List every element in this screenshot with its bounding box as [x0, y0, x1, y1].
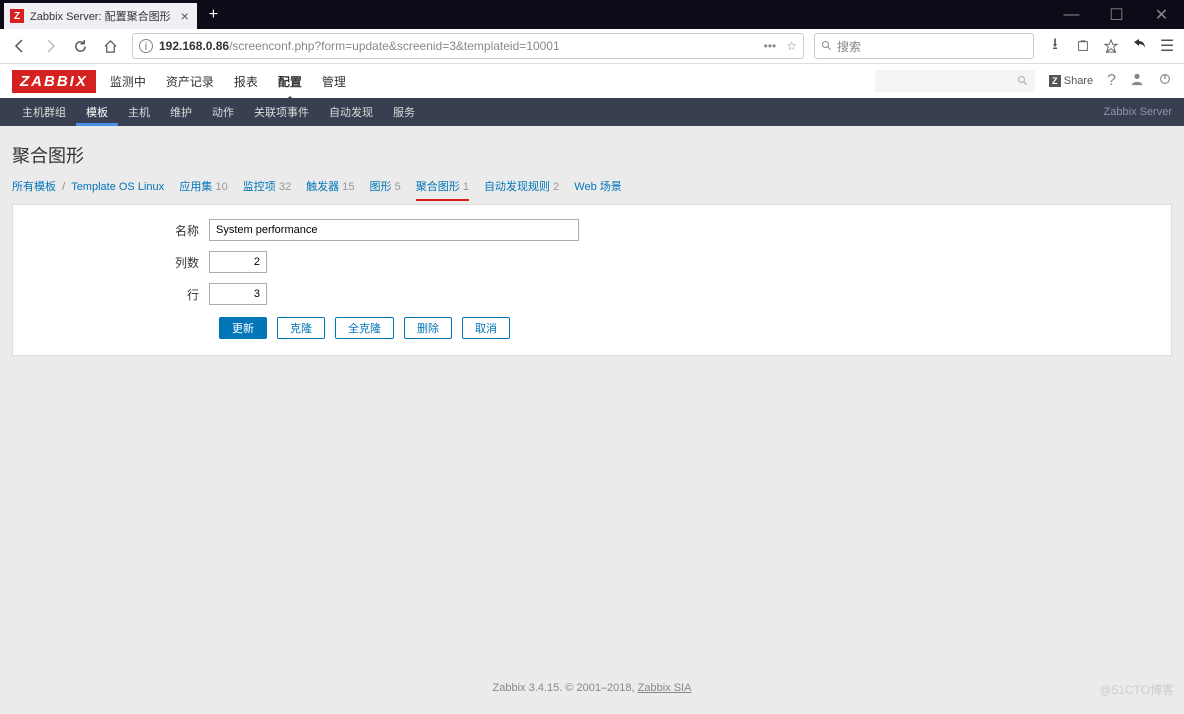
subnav-templates[interactable]: 模板 — [76, 98, 118, 126]
zabbix-subnav: 主机群组 模板 主机 维护 动作 关联项事件 自动发现 服务 Zabbix Se… — [0, 98, 1184, 126]
browser-tab[interactable]: Z Zabbix Server: 配置聚合图形 × — [4, 3, 197, 29]
url-bar[interactable]: i 192.168.0.86 /screenconf.php?form=upda… — [132, 33, 804, 59]
watermark: @51CTO博客 — [1099, 681, 1174, 698]
share-button[interactable]: Z Share — [1049, 75, 1093, 87]
footer-link[interactable]: Zabbix SIA — [638, 682, 692, 694]
window-maximize-icon[interactable]: ☐ — [1094, 0, 1139, 29]
undo-icon[interactable] — [1130, 33, 1148, 60]
tab-web-scenarios[interactable]: Web 场景 — [574, 181, 621, 193]
power-icon[interactable] — [1158, 72, 1172, 91]
url-host: 192.168.0.86 — [159, 39, 229, 53]
footer: Zabbix 3.4.15. © 2001–2018, Zabbix SIA — [0, 682, 1184, 694]
label-name: 名称 — [23, 222, 209, 239]
search-placeholder: 搜索 — [837, 38, 861, 55]
browser-search-input[interactable]: 搜索 — [814, 33, 1034, 59]
subnav-maintenance[interactable]: 维护 — [160, 98, 202, 126]
user-icon[interactable] — [1130, 72, 1144, 91]
tab-screens[interactable]: 聚合图形 — [416, 181, 460, 193]
clone-button[interactable]: 克隆 — [277, 317, 325, 339]
zabbix-main-menu: 监测中 资产记录 报表 配置 管理 — [110, 63, 346, 100]
browser-nav-bar: i 192.168.0.86 /screenconf.php?form=upda… — [0, 29, 1184, 64]
breadcrumb-tabs: 所有模板 / Template OS Linux 应用集 10 监控项 32 触… — [12, 178, 1172, 194]
form-panel: 名称 列数 行 更新 克隆 全克隆 删除 取消 — [12, 204, 1172, 356]
bookmark-star-icon[interactable]: ☆ — [786, 39, 797, 53]
share-label: Share — [1064, 75, 1093, 87]
page-title: 聚合图形 — [12, 142, 1172, 168]
breadcrumb-template[interactable]: Template OS Linux — [71, 181, 164, 193]
page-actions-icon[interactable]: ••• — [764, 39, 777, 53]
menu-monitoring[interactable]: 监测中 — [110, 63, 146, 100]
subnav-server-label: Zabbix Server — [1104, 106, 1172, 118]
delete-button[interactable]: 删除 — [404, 317, 452, 339]
tab-discovery-rules[interactable]: 自动发现规则 — [484, 181, 550, 193]
window-close-icon[interactable]: ✕ — [1139, 0, 1184, 29]
nav-home-icon[interactable] — [98, 34, 122, 58]
input-rows[interactable] — [209, 283, 267, 305]
search-icon — [821, 40, 833, 52]
window-minimize-icon[interactable]: — — [1049, 0, 1094, 29]
bookmark-menu-icon[interactable] — [1102, 33, 1120, 60]
breadcrumb-all-templates[interactable]: 所有模板 — [12, 181, 56, 193]
update-button[interactable]: 更新 — [219, 317, 267, 339]
tab-triggers[interactable]: 触发器 — [306, 181, 339, 193]
tab-graphs[interactable]: 图形 — [370, 181, 392, 193]
nav-reload-icon[interactable] — [68, 34, 92, 58]
subnav-discovery[interactable]: 自动发现 — [319, 98, 383, 126]
search-icon — [1017, 75, 1029, 87]
label-rows: 行 — [23, 286, 209, 303]
subnav-hostgroups[interactable]: 主机群组 — [12, 98, 76, 126]
menu-configuration[interactable]: 配置 — [278, 63, 302, 100]
subnav-services[interactable]: 服务 — [383, 98, 425, 126]
menu-icon[interactable]: ☰ — [1158, 33, 1176, 60]
tab-items[interactable]: 监控项 — [243, 181, 276, 193]
tab-title: Zabbix Server: 配置聚合图形 — [30, 8, 171, 24]
subnav-actions[interactable]: 动作 — [202, 98, 244, 126]
tab-add-icon[interactable]: + — [209, 6, 218, 24]
site-info-icon[interactable]: i — [139, 39, 153, 53]
cancel-button[interactable]: 取消 — [462, 317, 510, 339]
nav-back-icon[interactable] — [8, 34, 32, 58]
footer-text: Zabbix 3.4.15. © 2001–2018, — [493, 682, 638, 694]
tab-close-icon[interactable]: × — [181, 8, 189, 24]
label-columns: 列数 — [23, 254, 209, 271]
subnav-correlation[interactable]: 关联项事件 — [244, 98, 319, 126]
input-columns[interactable] — [209, 251, 267, 273]
full-clone-button[interactable]: 全克隆 — [335, 317, 394, 339]
pocket-icon[interactable] — [1074, 33, 1092, 60]
zabbix-search-input[interactable] — [875, 70, 1035, 92]
subnav-hosts[interactable]: 主机 — [118, 98, 160, 126]
menu-reports[interactable]: 报表 — [234, 63, 258, 100]
menu-administration[interactable]: 管理 — [322, 63, 346, 100]
menu-inventory[interactable]: 资产记录 — [166, 63, 214, 100]
share-icon: Z — [1049, 75, 1061, 87]
nav-forward-icon[interactable] — [38, 34, 62, 58]
tab-applications[interactable]: 应用集 — [179, 181, 212, 193]
zabbix-header: ZABBIX 监测中 资产记录 报表 配置 管理 Z Share ? — [0, 64, 1184, 98]
downloads-icon[interactable]: ⭳ — [1046, 33, 1064, 60]
help-icon[interactable]: ? — [1107, 72, 1116, 90]
browser-tab-bar: Z Zabbix Server: 配置聚合图形 × + — ☐ ✕ — [0, 0, 1184, 29]
input-name[interactable] — [209, 219, 579, 241]
tab-favicon-icon: Z — [10, 9, 24, 23]
url-path: /screenconf.php?form=update&screenid=3&t… — [229, 39, 560, 53]
zabbix-logo[interactable]: ZABBIX — [12, 70, 96, 93]
